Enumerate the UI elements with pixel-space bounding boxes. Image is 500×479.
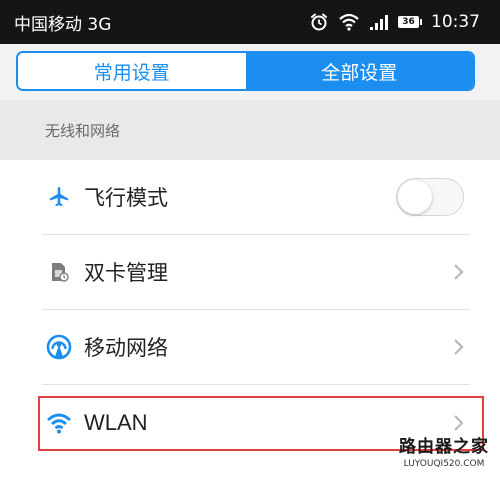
segment-area: 常用设置 全部设置	[0, 44, 500, 100]
toggle-knob	[398, 180, 432, 214]
sim-card-icon	[46, 259, 72, 285]
mobile-network-icon	[46, 334, 72, 360]
airplane-mode-toggle[interactable]	[396, 178, 464, 216]
item-label: 双卡管理	[84, 261, 168, 285]
wifi-icon	[338, 13, 360, 31]
battery-level: 36	[402, 17, 415, 27]
carrier-label: 中国移动 3G	[14, 14, 112, 35]
chevron-right-icon	[454, 339, 464, 355]
watermark-title: 路由器之家	[399, 437, 489, 457]
watermark-url: LUYOUQI520.COM	[403, 459, 485, 469]
item-label: 移动网络	[84, 336, 168, 360]
section-header: 无线和网络	[0, 100, 500, 160]
alarm-icon	[309, 12, 329, 32]
tab-common-settings[interactable]: 常用设置	[18, 53, 246, 89]
status-bar: 中国移动 3G 36 10:37	[0, 0, 500, 44]
divider	[42, 384, 470, 385]
signal-icon	[369, 13, 389, 31]
list-item-airplane-mode[interactable]: 飞行模式	[0, 160, 500, 234]
status-icons: 36 10:37	[309, 12, 480, 32]
section-title: 无线和网络	[45, 121, 121, 140]
list-item-mobile-network[interactable]: 移动网络	[0, 310, 500, 384]
list-item-dual-sim[interactable]: 双卡管理	[0, 235, 500, 309]
airplane-icon	[46, 184, 72, 210]
chevron-right-icon	[454, 264, 464, 280]
watermark: 路由器之家 LUYOUQI520.COM	[392, 436, 496, 476]
battery-icon: 36	[398, 16, 422, 28]
item-label: 飞行模式	[84, 186, 168, 210]
settings-segment-control: 常用设置 全部设置	[16, 51, 475, 91]
clock: 10:37	[431, 12, 480, 32]
tab-all-settings[interactable]: 全部设置	[245, 53, 473, 89]
